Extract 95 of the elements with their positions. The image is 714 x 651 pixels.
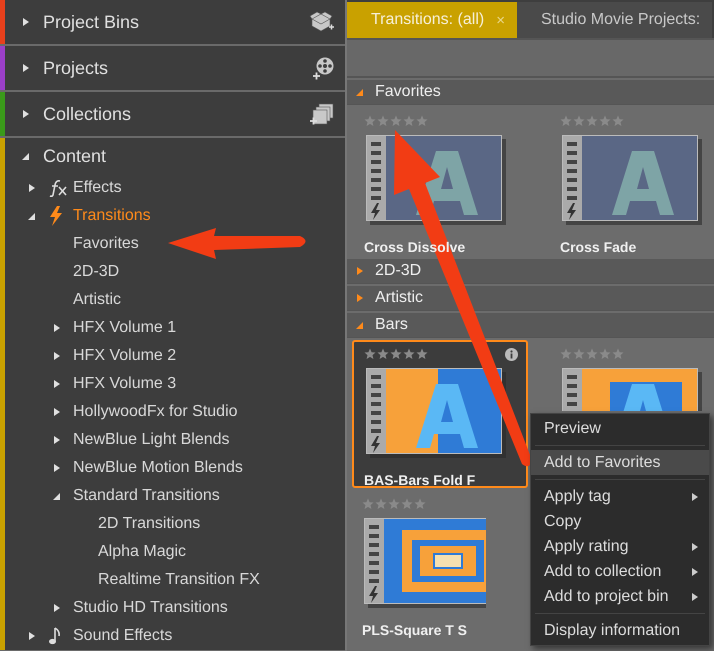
star-icon[interactable] xyxy=(612,115,624,127)
menu-item[interactable]: Apply rating xyxy=(531,534,709,559)
star-icon[interactable] xyxy=(586,115,598,127)
expand-arrow-icon[interactable] xyxy=(52,379,62,389)
rating-stars[interactable] xyxy=(560,115,624,127)
menu-item[interactable]: Apply tag xyxy=(531,484,709,509)
star-icon[interactable] xyxy=(403,115,415,127)
star-icon[interactable] xyxy=(375,498,387,510)
lightning-icon xyxy=(48,206,64,226)
star-icon[interactable] xyxy=(560,115,572,127)
rating-stars[interactable] xyxy=(362,498,426,510)
tree-item[interactable]: 2D-3D xyxy=(73,263,120,281)
menu-item[interactable]: Add to Favorites xyxy=(531,450,709,475)
box-icon[interactable] xyxy=(309,11,335,33)
tree-item[interactable]: Alpha Magic xyxy=(98,543,186,561)
tree-item[interactable]: HFX Volume 2 xyxy=(73,347,176,365)
star-icon[interactable] xyxy=(573,348,585,360)
star-icon[interactable] xyxy=(414,498,426,510)
expand-arrow-icon[interactable] xyxy=(52,407,62,417)
tree-item[interactable]: Studio HD Transitions xyxy=(73,599,228,617)
expand-arrow-icon[interactable] xyxy=(21,17,31,27)
tree-item[interactable]: Favorites xyxy=(73,235,139,253)
menu-item[interactable]: Copy xyxy=(531,509,709,534)
transition-card[interactable]: Cross Fade xyxy=(548,107,714,255)
tree-item[interactable]: HFX Volume 1 xyxy=(73,319,176,337)
star-icon[interactable] xyxy=(586,348,598,360)
star-icon[interactable] xyxy=(599,348,611,360)
menu-item[interactable]: Preview xyxy=(531,416,709,441)
section-title[interactable]: Collections xyxy=(43,104,297,124)
tree-item[interactable]: NewBlue Motion Blends xyxy=(73,459,243,477)
star-icon[interactable] xyxy=(364,348,376,360)
card-title: Cross Fade xyxy=(560,239,636,255)
tree-item[interactable]: 2D Transitions xyxy=(98,515,200,533)
group-header[interactable]: 2D-3D xyxy=(347,259,714,284)
transition-card[interactable]: PLS-Square T S xyxy=(352,490,490,638)
star-icon[interactable] xyxy=(401,498,413,510)
collapse-arrow-icon[interactable] xyxy=(27,211,37,221)
tree-item[interactable]: NewBlue Light Blends xyxy=(73,431,230,449)
star-icon[interactable] xyxy=(560,348,572,360)
rating-stars[interactable] xyxy=(364,115,428,127)
tree-item[interactable]: Standard Transitions xyxy=(73,487,220,505)
expand-arrow-icon[interactable] xyxy=(52,351,62,361)
menu-item[interactable]: Add to project bin xyxy=(531,584,709,609)
tree-item[interactable]: Artistic xyxy=(73,291,121,309)
group-header[interactable]: Bars xyxy=(347,313,714,338)
expand-arrow-icon[interactable] xyxy=(21,63,31,73)
group-header[interactable]: Artistic xyxy=(347,286,714,311)
tree-item[interactable]: Realtime Transition FX xyxy=(98,571,260,589)
collapse-arrow-icon[interactable] xyxy=(52,491,62,501)
star-icon[interactable] xyxy=(388,498,400,510)
info-icon[interactable] xyxy=(505,348,518,361)
group-title: Bars xyxy=(375,316,408,334)
section-title[interactable]: Project Bins xyxy=(43,12,297,32)
card-title: PLS-Square T S xyxy=(362,622,468,638)
expand-arrow-icon[interactable] xyxy=(52,435,62,445)
star-icon[interactable] xyxy=(377,348,389,360)
group-title: 2D-3D xyxy=(375,262,422,280)
expand-arrow-icon[interactable] xyxy=(27,631,37,641)
tree-item[interactable]: HFX Volume 3 xyxy=(73,375,176,393)
group-title: Favorites xyxy=(375,83,441,101)
star-icon[interactable] xyxy=(390,348,402,360)
film-reel-icon[interactable] xyxy=(311,56,335,80)
collapse-arrow-icon[interactable] xyxy=(21,151,31,161)
tree-item[interactable]: HollywoodFx for Studio xyxy=(73,403,238,421)
transition-card[interactable]: BAS-Bars Fold F xyxy=(352,340,528,488)
star-icon[interactable] xyxy=(416,115,428,127)
tree-item[interactable]: Transitions xyxy=(73,207,151,225)
tree-item[interactable]: Sound Effects xyxy=(73,627,172,645)
menu-item[interactable]: Display information xyxy=(531,618,709,643)
tree-item[interactable]: Effects xyxy=(73,179,122,197)
star-icon[interactable] xyxy=(362,498,374,510)
folders-icon[interactable] xyxy=(309,102,335,126)
rating-stars[interactable] xyxy=(560,348,624,360)
effects-icon xyxy=(48,179,68,197)
expand-arrow-icon[interactable] xyxy=(52,323,62,333)
expand-arrow-icon[interactable] xyxy=(27,183,37,193)
star-icon[interactable] xyxy=(364,115,376,127)
star-icon[interactable] xyxy=(573,115,585,127)
card-title: BAS-Bars Fold F xyxy=(364,472,476,488)
star-icon[interactable] xyxy=(599,115,611,127)
section-title[interactable]: Content xyxy=(43,146,335,166)
star-icon[interactable] xyxy=(390,115,402,127)
star-icon[interactable] xyxy=(403,348,415,360)
group-header[interactable]: Favorites xyxy=(347,80,714,105)
star-icon[interactable] xyxy=(377,115,389,127)
star-icon[interactable] xyxy=(612,348,624,360)
rating-stars[interactable] xyxy=(364,348,428,360)
expand-arrow-icon[interactable] xyxy=(52,463,62,473)
star-icon[interactable] xyxy=(416,348,428,360)
expand-arrow-icon[interactable] xyxy=(52,603,62,613)
menu-item[interactable]: Add to collection xyxy=(531,559,709,584)
expand-arrow-icon[interactable] xyxy=(21,109,31,119)
tab[interactable]: Studio Movie Projects: xyxy=(516,2,712,38)
group-title: Artistic xyxy=(375,289,423,307)
section-title[interactable]: Projects xyxy=(43,58,299,78)
